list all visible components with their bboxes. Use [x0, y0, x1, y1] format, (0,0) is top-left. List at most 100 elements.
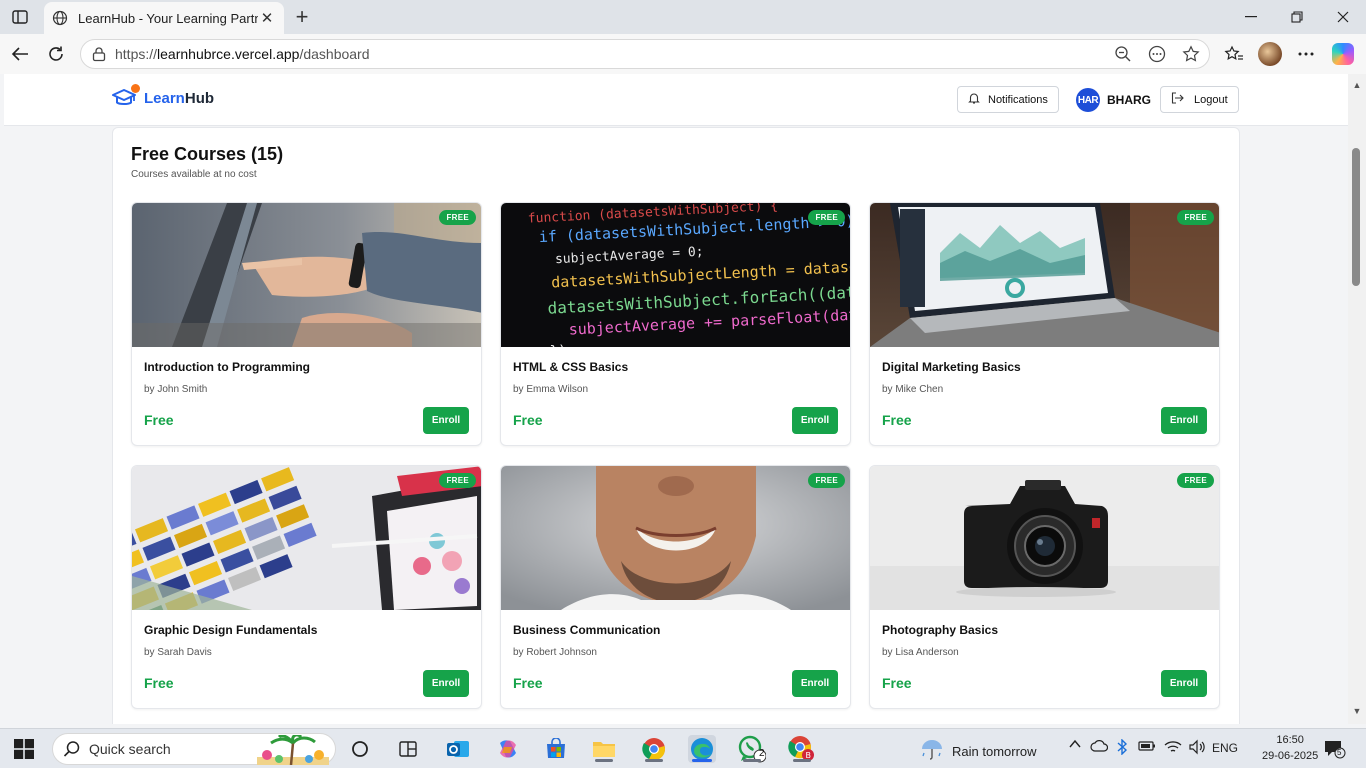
weather-widget[interactable]: Rain tomorrow [920, 739, 1037, 764]
course-card[interactable]: function (datasetsWithSubject) { if (dat… [500, 202, 851, 446]
scroll-down-icon[interactable]: ▼ [1352, 706, 1362, 716]
new-tab-icon[interactable]: + [290, 4, 314, 29]
zoom-out-icon[interactable] [1113, 44, 1133, 64]
chrome-icon[interactable] [640, 735, 668, 763]
course-price: Free [882, 675, 912, 691]
file-explorer-icon[interactable] [590, 735, 618, 763]
refresh-icon[interactable] [44, 42, 68, 66]
course-author: by Mike Chen [882, 384, 944, 395]
url-text: https://learnhubrce.vercel.app/dashboard [115, 46, 370, 62]
search-placeholder: Quick search [89, 741, 171, 757]
course-price: Free [882, 412, 912, 428]
close-tab-icon[interactable]: ✕ [258, 9, 276, 27]
minimize-icon[interactable] [1228, 0, 1274, 34]
learnhub-logo[interactable]: LearnHub [112, 84, 215, 111]
whatsapp-badge: 2 [759, 748, 765, 759]
wifi-icon[interactable] [1164, 739, 1182, 758]
windows-taskbar: Quick search 2 B Rain tomorrow ENG 16:50… [0, 728, 1366, 768]
clock-time: 16:50 [1276, 734, 1304, 746]
palm-tree-icon [257, 733, 329, 766]
chevron-up-icon[interactable] [1068, 737, 1082, 754]
more-actions-icon[interactable] [1147, 44, 1167, 64]
color-swatches-photo: FREE [132, 466, 481, 610]
enroll-button[interactable]: Enroll [792, 407, 838, 434]
favorite-star-icon[interactable] [1181, 44, 1201, 64]
username: BHARG [1107, 93, 1151, 107]
avatar: HAR [1076, 88, 1100, 112]
notification-count: 5 [1337, 748, 1342, 757]
running-indicator [595, 759, 613, 762]
enroll-button[interactable]: Enroll [423, 670, 469, 697]
enroll-button[interactable]: Enroll [1161, 407, 1207, 434]
scroll-up-icon[interactable]: ▲ [1352, 80, 1362, 90]
course-title: HTML & CSS Basics [513, 360, 629, 374]
user-menu[interactable]: HAR BHARG [1076, 88, 1151, 112]
course-card[interactable]: FREE Photography Basics by Lisa Anderson… [869, 465, 1220, 709]
close-window-icon[interactable] [1320, 0, 1366, 34]
restore-icon[interactable] [1274, 0, 1320, 34]
address-bar[interactable]: https://learnhubrce.vercel.app/dashboard [80, 39, 1210, 69]
taskbar-search[interactable]: Quick search [52, 733, 336, 766]
code-screen-photo: function (datasetsWithSubject) { if (dat… [501, 203, 850, 347]
volume-icon[interactable] [1188, 739, 1206, 758]
bell-icon [968, 92, 980, 107]
logo-text: LearnHub [144, 89, 215, 107]
logout-label: Logout [1194, 93, 1228, 106]
course-author: by Robert Johnson [513, 647, 597, 658]
course-card[interactable]: FREE Business Communication by Robert Jo… [500, 465, 851, 709]
edge-icon[interactable] [688, 735, 716, 763]
language-indicator[interactable]: ENG [1212, 741, 1238, 755]
system-clock[interactable]: 16:50 29-06-2025 [1262, 732, 1318, 764]
scrollbar-thumb[interactable] [1352, 148, 1360, 286]
store-icon[interactable] [542, 735, 570, 763]
outlook-icon[interactable] [444, 735, 472, 763]
globe-icon [52, 10, 68, 26]
tab-actions-icon[interactable] [8, 6, 32, 28]
umbrella-icon [920, 739, 944, 764]
running-indicator [645, 759, 663, 762]
windows-start-icon[interactable] [14, 739, 34, 759]
section-subtitle: Courses available at no cost [131, 169, 257, 180]
free-badge: FREE [1177, 210, 1214, 225]
favorites-icon[interactable] [1222, 42, 1246, 66]
free-badge: FREE [439, 473, 476, 488]
page-scrollbar[interactable]: ▲ ▼ [1348, 74, 1366, 724]
course-title: Business Communication [513, 623, 661, 637]
course-card[interactable]: FREE Introduction to Programming by John… [131, 202, 482, 446]
task-view-icon[interactable] [346, 735, 374, 763]
notification-center-icon[interactable]: 5 [1324, 739, 1346, 764]
weather-text: Rain tomorrow [952, 744, 1037, 759]
chrome-profile-icon[interactable]: B [788, 735, 816, 763]
course-card[interactable]: FREE Digital Marketing Basics by Mike Ch… [869, 202, 1220, 446]
enroll-button[interactable]: Enroll [792, 670, 838, 697]
enroll-button[interactable]: Enroll [1161, 670, 1207, 697]
lock-icon[interactable] [91, 46, 107, 62]
course-title: Graphic Design Fundamentals [144, 623, 318, 637]
logo-dot [131, 84, 140, 93]
browser-toolbar: https://learnhubrce.vercel.app/dashboard [0, 34, 1366, 74]
whatsapp-icon[interactable]: 2 [738, 735, 766, 763]
browser-tab-bar: LearnHub - Your Learning Partner ✕ + [0, 0, 1366, 34]
copilot-icon[interactable] [1332, 43, 1354, 65]
logout-button[interactable]: Logout [1160, 86, 1239, 113]
page-viewport: LearnHub Notifications HAR BHARG Logout … [4, 74, 1348, 724]
cloud-sync-icon[interactable] [1090, 739, 1109, 758]
settings-more-icon[interactable] [1294, 42, 1318, 66]
course-author: by Lisa Anderson [882, 647, 959, 658]
course-card[interactable]: FREE Graphic Design Fundamentals by Sara… [131, 465, 482, 709]
browser-tab-active[interactable]: LearnHub - Your Learning Partner ✕ [44, 2, 284, 34]
notifications-button[interactable]: Notifications [957, 86, 1059, 113]
section-title: Free Courses (15) [131, 144, 284, 164]
profile-avatar[interactable] [1258, 42, 1282, 66]
enroll-button[interactable]: Enroll [423, 407, 469, 434]
bluetooth-icon[interactable] [1116, 738, 1128, 758]
course-author: by Sarah Davis [144, 647, 212, 658]
running-indicator [793, 759, 811, 762]
analytics-laptop-photo: FREE [870, 203, 1219, 347]
course-price: Free [144, 675, 174, 691]
widgets-icon[interactable] [394, 735, 422, 763]
back-icon[interactable] [8, 42, 32, 66]
battery-icon[interactable] [1138, 739, 1156, 756]
course-title: Introduction to Programming [144, 360, 310, 374]
copilot-app-icon[interactable] [494, 735, 522, 763]
